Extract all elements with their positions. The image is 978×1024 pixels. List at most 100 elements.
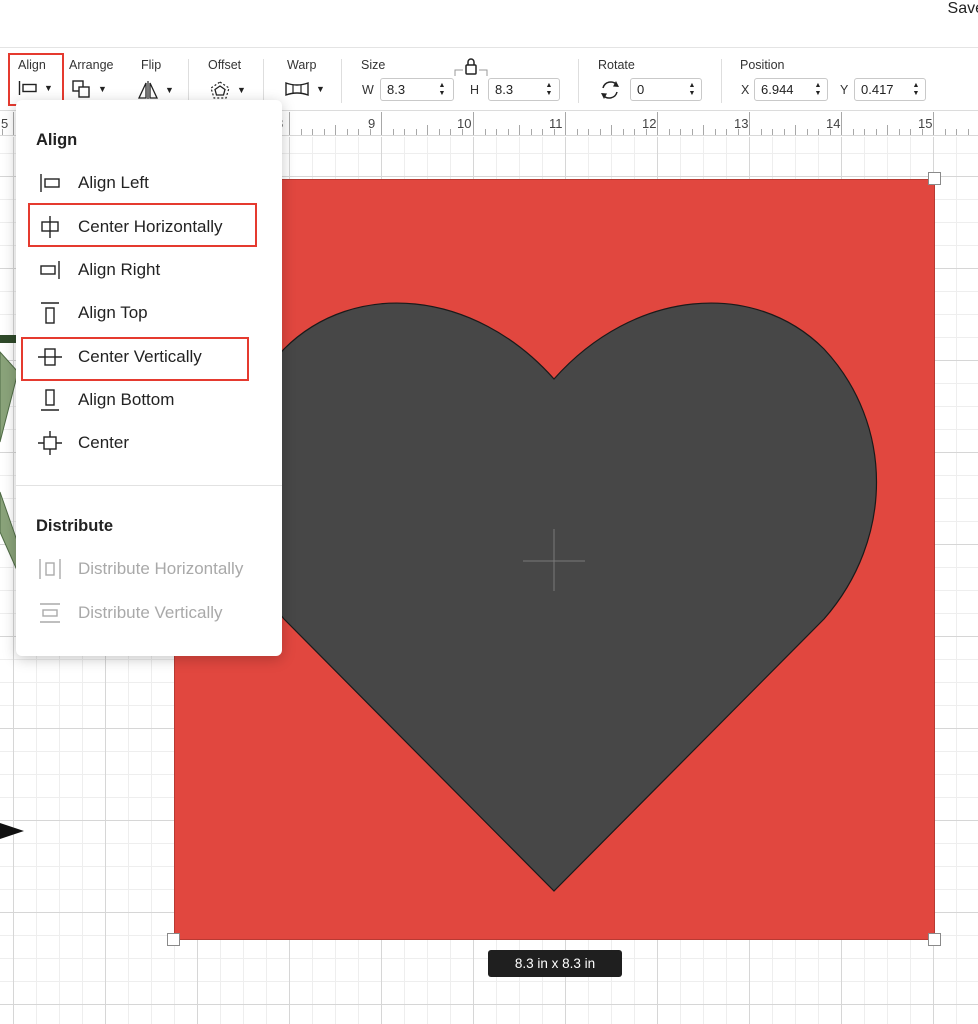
top-bar: Save — [0, 0, 978, 48]
ruler-tick — [450, 129, 451, 135]
ruler-tick — [370, 129, 371, 135]
offset-dropdown-button[interactable]: ▼ — [209, 80, 246, 100]
x-position-stepper[interactable]: ▲ ▼ — [811, 80, 825, 99]
resize-handle-top-right[interactable] — [928, 172, 941, 185]
ruler-tick — [784, 129, 785, 135]
ruler-tick — [864, 129, 865, 135]
ruler-tick — [807, 129, 808, 135]
size-label: Size — [361, 58, 386, 72]
arrange-label: Arrange — [69, 58, 114, 72]
ruler-label: 11 — [549, 116, 563, 131]
align-dropdown-menu: Align Align Left Center Horizontally Ali… — [16, 100, 282, 656]
warp-group[interactable]: Warp ▼ — [282, 49, 328, 111]
menu-item-center-horizontally[interactable]: Center Horizontally — [26, 208, 272, 246]
ruler-tick — [508, 129, 509, 135]
menu-item-center[interactable]: Center — [26, 424, 272, 462]
ruler-label: 14 — [826, 116, 841, 131]
ruler-tick — [358, 129, 359, 135]
ruler-tick — [462, 129, 463, 135]
menu-item-label: Center Horizontally — [78, 217, 223, 236]
ruler-tick — [830, 129, 831, 135]
ruler-tick — [427, 125, 428, 135]
ruler-tick — [818, 129, 819, 135]
ruler-tick — [404, 129, 405, 135]
ruler-tick — [749, 112, 750, 135]
rotate-icon[interactable] — [599, 79, 621, 101]
menu-item-align-left[interactable]: Align Left — [26, 164, 272, 202]
menu-item-label: Distribute Horizontally — [78, 559, 244, 578]
ruler-tick — [795, 125, 796, 135]
menu-item-align-right[interactable]: Align Right — [26, 251, 272, 289]
chevron-down-icon: ▼ — [98, 84, 107, 94]
ruler-tick — [922, 129, 923, 135]
warp-icon — [285, 82, 309, 96]
width-stepper[interactable]: ▲ ▼ — [435, 80, 449, 99]
toolbar-divider — [578, 59, 579, 103]
menu-item-align-top[interactable]: Align Top — [26, 294, 272, 332]
resize-handle-bottom-right[interactable] — [928, 933, 941, 946]
ruler-tick — [600, 129, 601, 135]
ruler-tick — [611, 125, 612, 135]
warp-dropdown-button[interactable]: ▼ — [284, 80, 325, 98]
ruler-tick — [289, 112, 290, 135]
height-stepper[interactable]: ▲ ▼ — [542, 80, 556, 99]
flip-icon — [137, 81, 159, 99]
ruler-tick — [715, 129, 716, 135]
menu-item-center-vertically[interactable]: Center Vertically — [26, 338, 272, 376]
menu-item-distribute-vertically[interactable]: Distribute Vertically — [26, 594, 272, 632]
center-vertically-icon — [36, 345, 64, 369]
arrange-dropdown-button[interactable]: ▼ — [72, 80, 107, 98]
heart-shape[interactable] — [174, 179, 935, 940]
distribute-horizontally-icon — [36, 557, 64, 581]
toolbar-divider — [721, 59, 722, 103]
chevron-down-icon: ▼ — [316, 84, 325, 94]
ruler-tick — [910, 129, 911, 135]
chevron-down-icon: ▼ — [237, 85, 246, 95]
toolbar-divider — [341, 59, 342, 103]
x-label: X — [741, 83, 750, 97]
ruler-tick — [657, 112, 658, 135]
ruler-tick — [393, 129, 394, 135]
ruler-tick — [726, 129, 727, 135]
menu-item-label: Align Left — [78, 173, 149, 192]
partial-arrow-object[interactable] — [0, 817, 30, 847]
ruler-tick — [646, 129, 647, 135]
menu-divider — [16, 485, 282, 486]
ruler-tick — [945, 129, 946, 135]
ruler-tick — [554, 129, 555, 135]
ruler-tick — [473, 112, 474, 135]
toolbar-divider — [188, 59, 189, 103]
ruler-tick — [680, 129, 681, 135]
ruler-tick — [565, 112, 566, 135]
ruler-label: 10 — [457, 116, 472, 131]
resize-handle-bottom-left[interactable] — [167, 933, 180, 946]
arrange-icon — [72, 80, 90, 98]
align-top-icon — [36, 301, 64, 325]
rotate-stepper[interactable]: ▲ ▼ — [685, 80, 699, 99]
rotate-label: Rotate — [598, 58, 635, 72]
ruler-tick — [335, 125, 336, 135]
ruler-tick — [381, 112, 382, 135]
rotate-group: Rotate ▲▼ — [592, 49, 706, 111]
y-position-stepper[interactable]: ▲ ▼ — [909, 80, 923, 99]
warp-label: Warp — [287, 58, 317, 72]
menu-item-align-bottom[interactable]: Align Bottom — [26, 381, 272, 419]
menu-item-label: Align Right — [78, 260, 161, 279]
ruler-tick — [416, 129, 417, 135]
y-label: Y — [840, 83, 849, 97]
ruler-tick — [324, 129, 325, 135]
ruler-tick — [301, 129, 302, 135]
offset-icon — [210, 81, 230, 99]
ruler-tick — [588, 129, 589, 135]
flip-dropdown-button[interactable]: ▼ — [137, 80, 174, 100]
size-group: Size W ▲▼ H ▲▼ — [355, 49, 567, 111]
menu-item-distribute-horizontally[interactable]: Distribute Horizontally — [26, 550, 272, 588]
width-label: W — [362, 83, 374, 97]
ruler-tick — [772, 129, 773, 135]
ruler-tick — [2, 129, 3, 135]
save-button[interactable]: Save — [948, 0, 978, 18]
size-badge: 8.3 in x 8.3 in — [488, 950, 622, 977]
menu-item-label: Align Bottom — [78, 390, 175, 409]
lock-icon[interactable] — [453, 56, 489, 78]
ruler-label: 15 — [918, 116, 933, 131]
